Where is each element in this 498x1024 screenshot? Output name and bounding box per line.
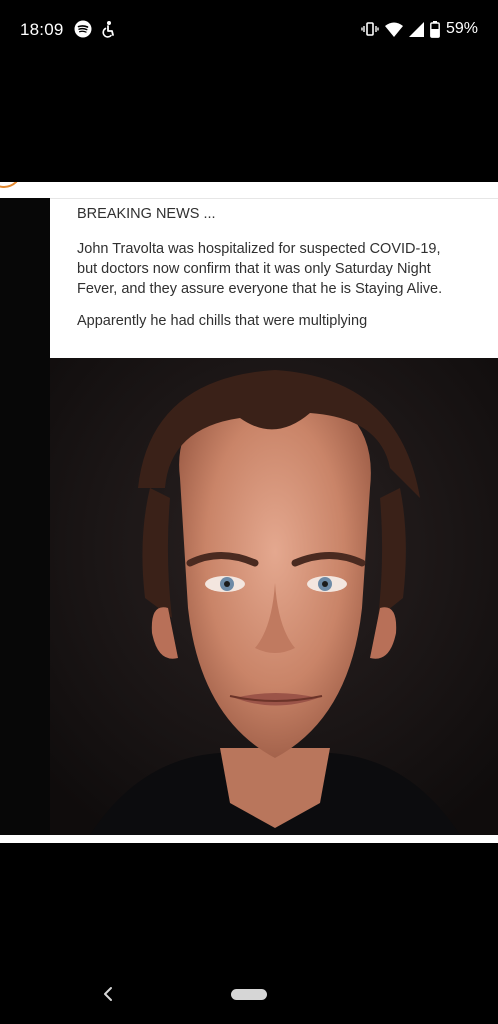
accessibility-icon [100,20,116,38]
post-headline: BREAKING NEWS ... [77,206,216,222]
spotify-icon [74,20,92,38]
portrait-photo [50,358,498,835]
system-status: 59% [361,20,478,38]
back-chevron-icon[interactable] [98,982,118,1006]
image-left-panel [0,198,50,835]
battery-percent: 59% [445,20,478,37]
home-pill[interactable] [231,989,267,1000]
image-viewer[interactable]: BREAKING NEWS ... John Travolta was hosp… [0,182,498,843]
image-top-strip [0,182,498,198]
post-text-card: BREAKING NEWS ... John Travolta was hosp… [50,198,498,358]
navigation-bar [0,970,498,1024]
post-closing: Apparently he had chills that were multi… [77,313,368,329]
image-bottom-strip [0,835,498,843]
portrait-illustration [50,358,498,835]
post-body: John Travolta was hospitalized for suspe… [77,241,443,297]
wifi-icon [384,22,403,37]
status-time: 18:09 [20,20,64,39]
battery-icon [430,20,440,38]
status-bar: 18:09 59% [0,0,498,60]
signal-icon [408,21,424,37]
notification-icons [74,20,116,38]
vibrate-icon [361,21,379,37]
